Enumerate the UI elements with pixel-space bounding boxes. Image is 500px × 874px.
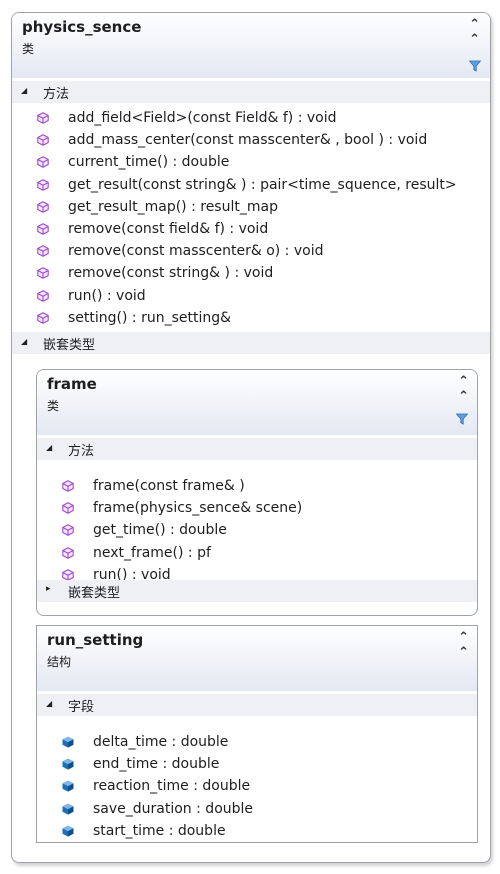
struct-stereotype: 结构 xyxy=(47,655,72,669)
section-fields-header[interactable]: ◢ 字段 xyxy=(37,694,477,716)
field-row[interactable]: delta_time : double xyxy=(37,732,477,754)
method-cube-icon xyxy=(37,267,49,280)
method-row-label: get_result(const string& ) : pair<time_s… xyxy=(68,176,457,193)
method-cube-icon xyxy=(37,289,49,302)
field-row[interactable]: start_time : double xyxy=(37,821,477,842)
section-nested-header[interactable]: ▸ 嵌套类型 xyxy=(37,580,477,602)
section-nested-header[interactable]: ◢ 嵌套类型 xyxy=(12,332,490,354)
method-row-label: run() : void xyxy=(68,287,146,304)
method-cube-icon xyxy=(37,112,49,124)
section-label: 嵌套类型 xyxy=(43,338,96,353)
method-row[interactable]: get_result_map() : result_map xyxy=(12,197,490,219)
method-row[interactable]: get_time() : double xyxy=(37,520,477,542)
method-cube-icon xyxy=(37,245,49,257)
method-row-label: get_time() : double xyxy=(93,522,227,539)
field-row-label: delta_time : double xyxy=(93,734,229,750)
class-frame[interactable]: frame 类 ⌃ ⌃ ◢ 方法 frame(const frame& ) fram… xyxy=(36,369,478,616)
chevron-double-up-icon[interactable]: ⌃ ⌃ xyxy=(458,374,469,404)
method-row[interactable]: remove(const string& ) : void xyxy=(12,263,490,285)
filter-icon[interactable] xyxy=(456,413,468,425)
chevron-double-up-icon[interactable]: ⌃ ⌃ xyxy=(458,630,469,660)
method-cube-icon xyxy=(62,569,74,581)
method-row-label: add_field<Field>(const Field& f) : void xyxy=(68,110,337,126)
method-row-label: frame(physics_sence& scene) xyxy=(93,500,303,517)
method-row[interactable]: next_frame() : pf xyxy=(37,543,477,565)
section-methods-header[interactable]: ◢ 方法 xyxy=(37,438,477,460)
class-header[interactable]: physics_sence 类 ⌃ ⌃ xyxy=(12,13,490,78)
field-row-label: start_time : double xyxy=(93,822,226,839)
field-cube-icon xyxy=(62,825,74,837)
collapse-triangle-icon[interactable]: ◢ xyxy=(46,699,52,708)
field-row-label: reaction_time : double xyxy=(93,778,251,795)
section-label: 字段 xyxy=(68,700,95,715)
section-methods-header[interactable]: ◢ 方法 xyxy=(12,81,490,103)
field-row[interactable]: end_time : double xyxy=(37,754,477,776)
struct-run-setting[interactable]: run_setting 结构 ⌃ ⌃ ◢ 字段 delta_time : doub… xyxy=(36,625,478,843)
class-stereotype: 类 xyxy=(22,42,35,56)
method-row-label: remove(const masscenter& o) : void xyxy=(68,243,324,260)
method-row-label: current_time() : double xyxy=(68,154,230,171)
method-row-label: get_result_map() : result_map xyxy=(68,198,278,215)
method-row-label: remove(const string& ) : void xyxy=(68,265,274,282)
field-cube-icon xyxy=(62,736,74,748)
method-cube-icon xyxy=(37,134,49,146)
struct-title: run_setting xyxy=(47,631,144,649)
method-row-label: add_mass_center(const masscenter& , bool… xyxy=(68,132,428,149)
method-cube-icon xyxy=(62,524,74,537)
struct-header[interactable]: run_setting 结构 ⌃ ⌃ xyxy=(37,626,477,691)
method-row[interactable]: add_mass_center(const masscenter& , bool… xyxy=(12,130,490,152)
method-row[interactable]: remove(const masscenter& o) : void xyxy=(12,241,490,263)
method-cube-icon xyxy=(62,546,74,559)
class-header[interactable]: frame 类 ⌃ ⌃ xyxy=(37,370,477,435)
section-label: 方法 xyxy=(68,444,95,459)
method-row[interactable]: remove(const field& f) : void xyxy=(12,219,490,241)
method-row[interactable]: current_time() : double xyxy=(12,152,490,174)
class-physics-sence[interactable]: physics_sence 类 ⌃ ⌃ ◢ 方法 add_field<Field>… xyxy=(11,12,491,863)
method-cube-icon xyxy=(62,502,74,514)
collapse-triangle-icon[interactable]: ◢ xyxy=(21,337,27,346)
method-row[interactable]: run() : void xyxy=(12,286,490,308)
field-cube-icon xyxy=(62,803,74,815)
method-row-label: next_frame() : pf xyxy=(93,544,211,561)
method-row[interactable]: add_field<Field>(const Field& f) : void xyxy=(12,108,490,130)
expand-triangle-icon[interactable]: ▸ xyxy=(46,584,51,594)
class-title: physics_sence xyxy=(22,18,142,36)
field-cube-icon xyxy=(62,780,74,792)
field-row-label: save_duration : double xyxy=(93,800,254,817)
chevron-double-up-icon[interactable]: ⌃ ⌃ xyxy=(469,17,480,47)
field-cube-icon xyxy=(62,758,74,770)
method-row-label: frame(const frame& ) xyxy=(93,478,245,494)
method-row[interactable]: setting() : run_setting& xyxy=(12,308,490,330)
collapse-triangle-icon[interactable]: ◢ xyxy=(46,443,52,452)
filter-icon[interactable] xyxy=(469,60,481,72)
method-cube-icon xyxy=(37,156,49,169)
method-row[interactable]: frame(physics_sence& scene) xyxy=(37,498,477,520)
method-row-label: remove(const field& f) : void xyxy=(68,221,269,237)
field-row[interactable]: reaction_time : double xyxy=(37,776,477,798)
method-row[interactable]: get_result(const string& ) : pair<time_s… xyxy=(12,175,490,197)
field-row[interactable]: save_duration : double xyxy=(37,799,477,821)
method-row-label: setting() : run_setting& xyxy=(68,309,232,326)
field-row-label: end_time : double xyxy=(93,756,220,773)
section-label: 方法 xyxy=(43,87,70,102)
method-cube-icon xyxy=(37,201,49,213)
method-cube-icon xyxy=(37,223,49,235)
method-cube-icon xyxy=(37,178,49,191)
collapse-triangle-icon[interactable]: ◢ xyxy=(21,86,27,95)
method-row[interactable]: frame(const frame& ) xyxy=(37,476,477,498)
class-stereotype: 类 xyxy=(47,399,60,413)
class-title: frame xyxy=(47,375,97,393)
section-label: 嵌套类型 xyxy=(68,586,121,601)
method-cube-icon xyxy=(62,480,74,492)
method-cube-icon xyxy=(37,312,49,324)
